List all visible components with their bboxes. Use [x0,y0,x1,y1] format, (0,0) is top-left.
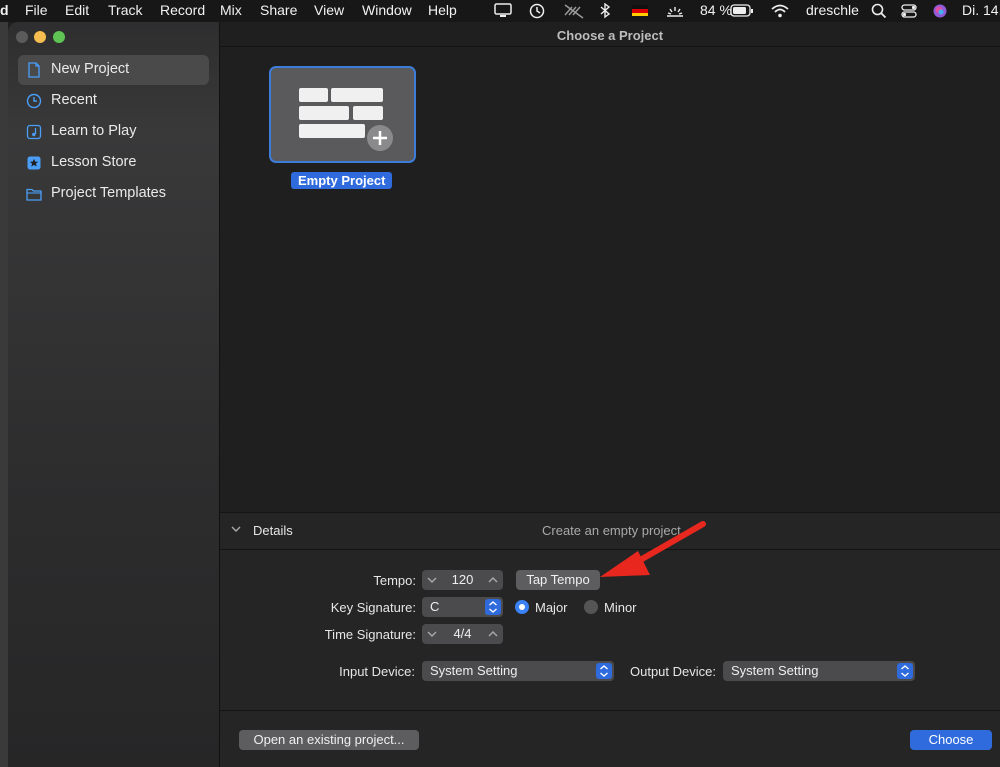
sidebar-item-new-project[interactable]: New Project [18,55,209,85]
major-radio[interactable] [515,600,529,614]
control-center-icon[interactable] [901,3,917,19]
menu-share[interactable]: Share [260,2,297,18]
sidebar-item-label: Recent [51,92,97,108]
key-signature-value: C [430,599,440,614]
sidebar-item-label: Lesson Store [51,154,137,170]
key-signature-popup[interactable]: C [422,597,503,617]
details-title: Details [253,523,293,538]
input-device-value: System Setting [430,663,518,678]
sidebar-item-recent[interactable]: Recent [18,86,209,116]
clock-icon [26,93,42,109]
input-device-label: Input Device: [339,664,415,679]
minor-radio[interactable] [584,600,598,614]
title-divider [220,46,1000,47]
popup-arrows-icon [485,599,501,615]
star-icon [27,156,41,170]
footer-divider [220,710,1000,711]
menu-window[interactable]: Window [362,2,412,18]
open-existing-project-button[interactable]: Open an existing project... [239,730,419,750]
popup-arrows-icon [897,663,913,679]
sidebar-item-label: New Project [51,61,130,77]
sidebar-item-project-templates[interactable]: Project Templates [18,179,209,209]
zoom-window-button[interactable] [53,31,65,43]
brightness-icon[interactable] [665,3,685,19]
desktop-background [0,22,8,767]
empty-project-template-tile[interactable] [269,66,416,163]
menu-record[interactable]: Record [160,2,205,18]
wifi-icon[interactable] [771,3,789,19]
output-device-label: Output Device: [630,664,716,679]
project-chooser-window: New Project Recent Learn to Play Lesson … [8,22,1000,767]
window-title: Choose a Project [556,28,664,43]
chevron-up-icon[interactable] [486,572,500,588]
tempo-label: Tempo: [373,573,416,588]
output-device-popup[interactable]: System Setting [723,661,915,681]
chevron-down-icon[interactable] [425,626,439,642]
chevron-down-icon[interactable] [425,572,439,588]
time-signature-label: Time Signature: [324,627,416,642]
menu-help[interactable]: Help [428,2,457,18]
document-icon [28,62,40,78]
time-signature-value[interactable]: 4/4 [440,626,485,641]
clock[interactable]: Di. 14. [962,2,1000,18]
key-signature-label: Key Signature: [330,600,416,615]
annotation-arrow [600,521,706,577]
display-icon[interactable] [494,3,512,19]
template-caption[interactable]: Empty Project [291,172,393,189]
user-name[interactable]: dreschle [806,2,859,18]
minimize-window-button[interactable] [34,31,46,43]
chevron-down-icon[interactable] [231,525,241,533]
spotlight-search-icon[interactable] [871,3,887,19]
close-window-button[interactable] [16,31,28,43]
sidebar-item-label: Project Templates [51,185,166,201]
menu-track[interactable]: Track [108,2,142,18]
siri-icon[interactable] [932,3,948,19]
sidebar-item-lesson-store[interactable]: Lesson Store [18,148,209,178]
chevron-up-icon[interactable] [486,626,500,642]
bluetooth-icon[interactable] [599,3,611,19]
sidebar-item-learn-to-play[interactable]: Learn to Play [18,117,209,147]
time-machine-icon[interactable] [529,3,545,19]
menu-bar: d File Edit Track Record Mix Share View … [0,0,1000,22]
folder-icon [26,188,42,201]
sidebar-item-label: Learn to Play [51,123,137,139]
battery-icon[interactable] [730,3,754,19]
menu-file[interactable]: File [25,2,48,18]
output-device-value: System Setting [731,663,819,678]
empty-project-tracks-icon [299,88,395,153]
time-signature-stepper[interactable]: 4/4 [422,624,503,644]
network-off-icon[interactable] [563,3,585,19]
minor-label[interactable]: Minor [604,600,637,615]
menu-mix[interactable]: Mix [220,2,242,18]
tempo-stepper[interactable]: 120 [422,570,503,590]
choose-button[interactable]: Choose [910,730,992,750]
app-menu-fragment[interactable]: d [0,2,9,18]
battery-percent: 84 % [700,2,732,18]
music-note-icon [26,124,42,140]
major-label[interactable]: Major [535,600,568,615]
menu-view[interactable]: View [314,2,344,18]
sidebar: New Project Recent Learn to Play Lesson … [8,22,220,767]
tempo-value[interactable]: 120 [440,572,485,587]
german-flag-icon[interactable] [632,5,648,16]
menu-edit[interactable]: Edit [65,2,89,18]
